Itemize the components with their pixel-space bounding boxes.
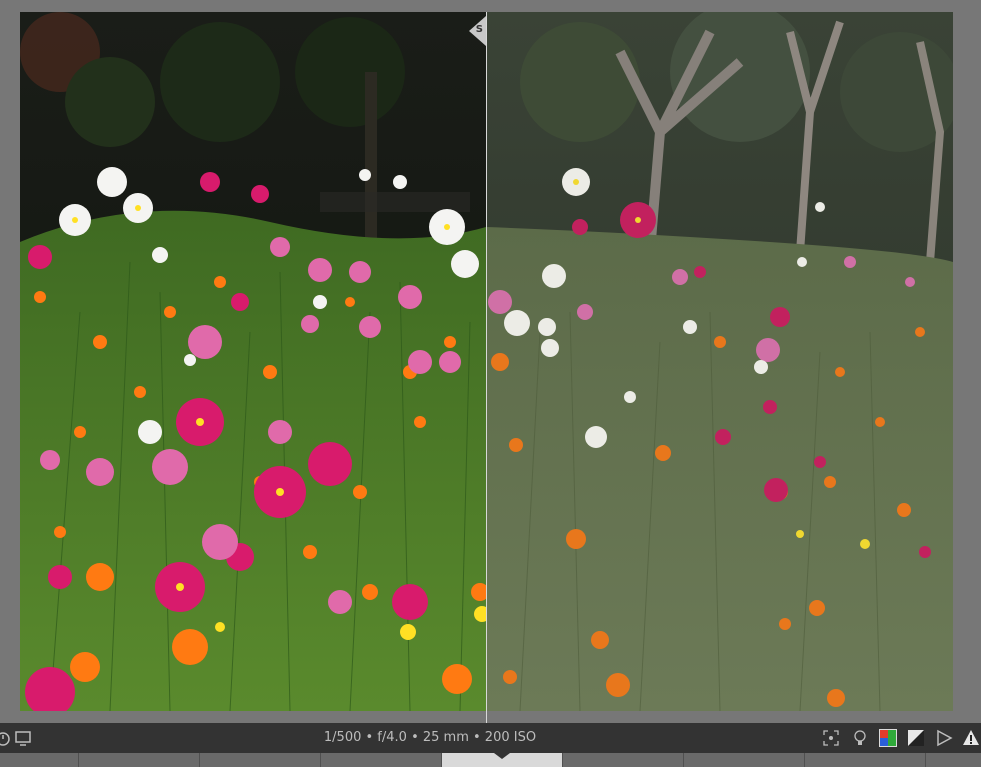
filmstrip-thumb[interactable] — [805, 753, 926, 767]
filmstrip-thumb[interactable] — [0, 753, 79, 767]
tone-curve-icon[interactable] — [907, 729, 925, 747]
split-divider[interactable] — [486, 12, 487, 723]
filmstrip-thumb[interactable] — [321, 753, 442, 767]
filmstrip-thumb[interactable] — [926, 753, 981, 767]
filmstrip — [0, 753, 981, 767]
split-handle[interactable]: S — [469, 16, 486, 46]
before-image — [486, 12, 953, 711]
after-image — [20, 12, 486, 711]
color-palette-icon[interactable] — [879, 729, 897, 747]
filmstrip-thumb[interactable] — [563, 753, 684, 767]
info-bar: 1/500 • f/4.0 • 25 mm • 200 ISO — [0, 723, 981, 753]
image-viewer: S — [0, 0, 981, 723]
filmstrip-thumb[interactable] — [79, 753, 200, 767]
exif-info: 1/500 • f/4.0 • 25 mm • 200 ISO — [323, 730, 537, 745]
split-handle-label: S — [475, 24, 483, 35]
focus-point-icon[interactable] — [822, 729, 840, 747]
filmstrip-thumb[interactable] — [684, 753, 805, 767]
play-icon[interactable] — [935, 729, 953, 747]
filmstrip-thumb[interactable] — [200, 753, 321, 767]
filmstrip-selection-caret — [494, 753, 510, 759]
lightbulb-icon[interactable] — [851, 729, 869, 747]
warning-icon[interactable] — [962, 729, 980, 747]
